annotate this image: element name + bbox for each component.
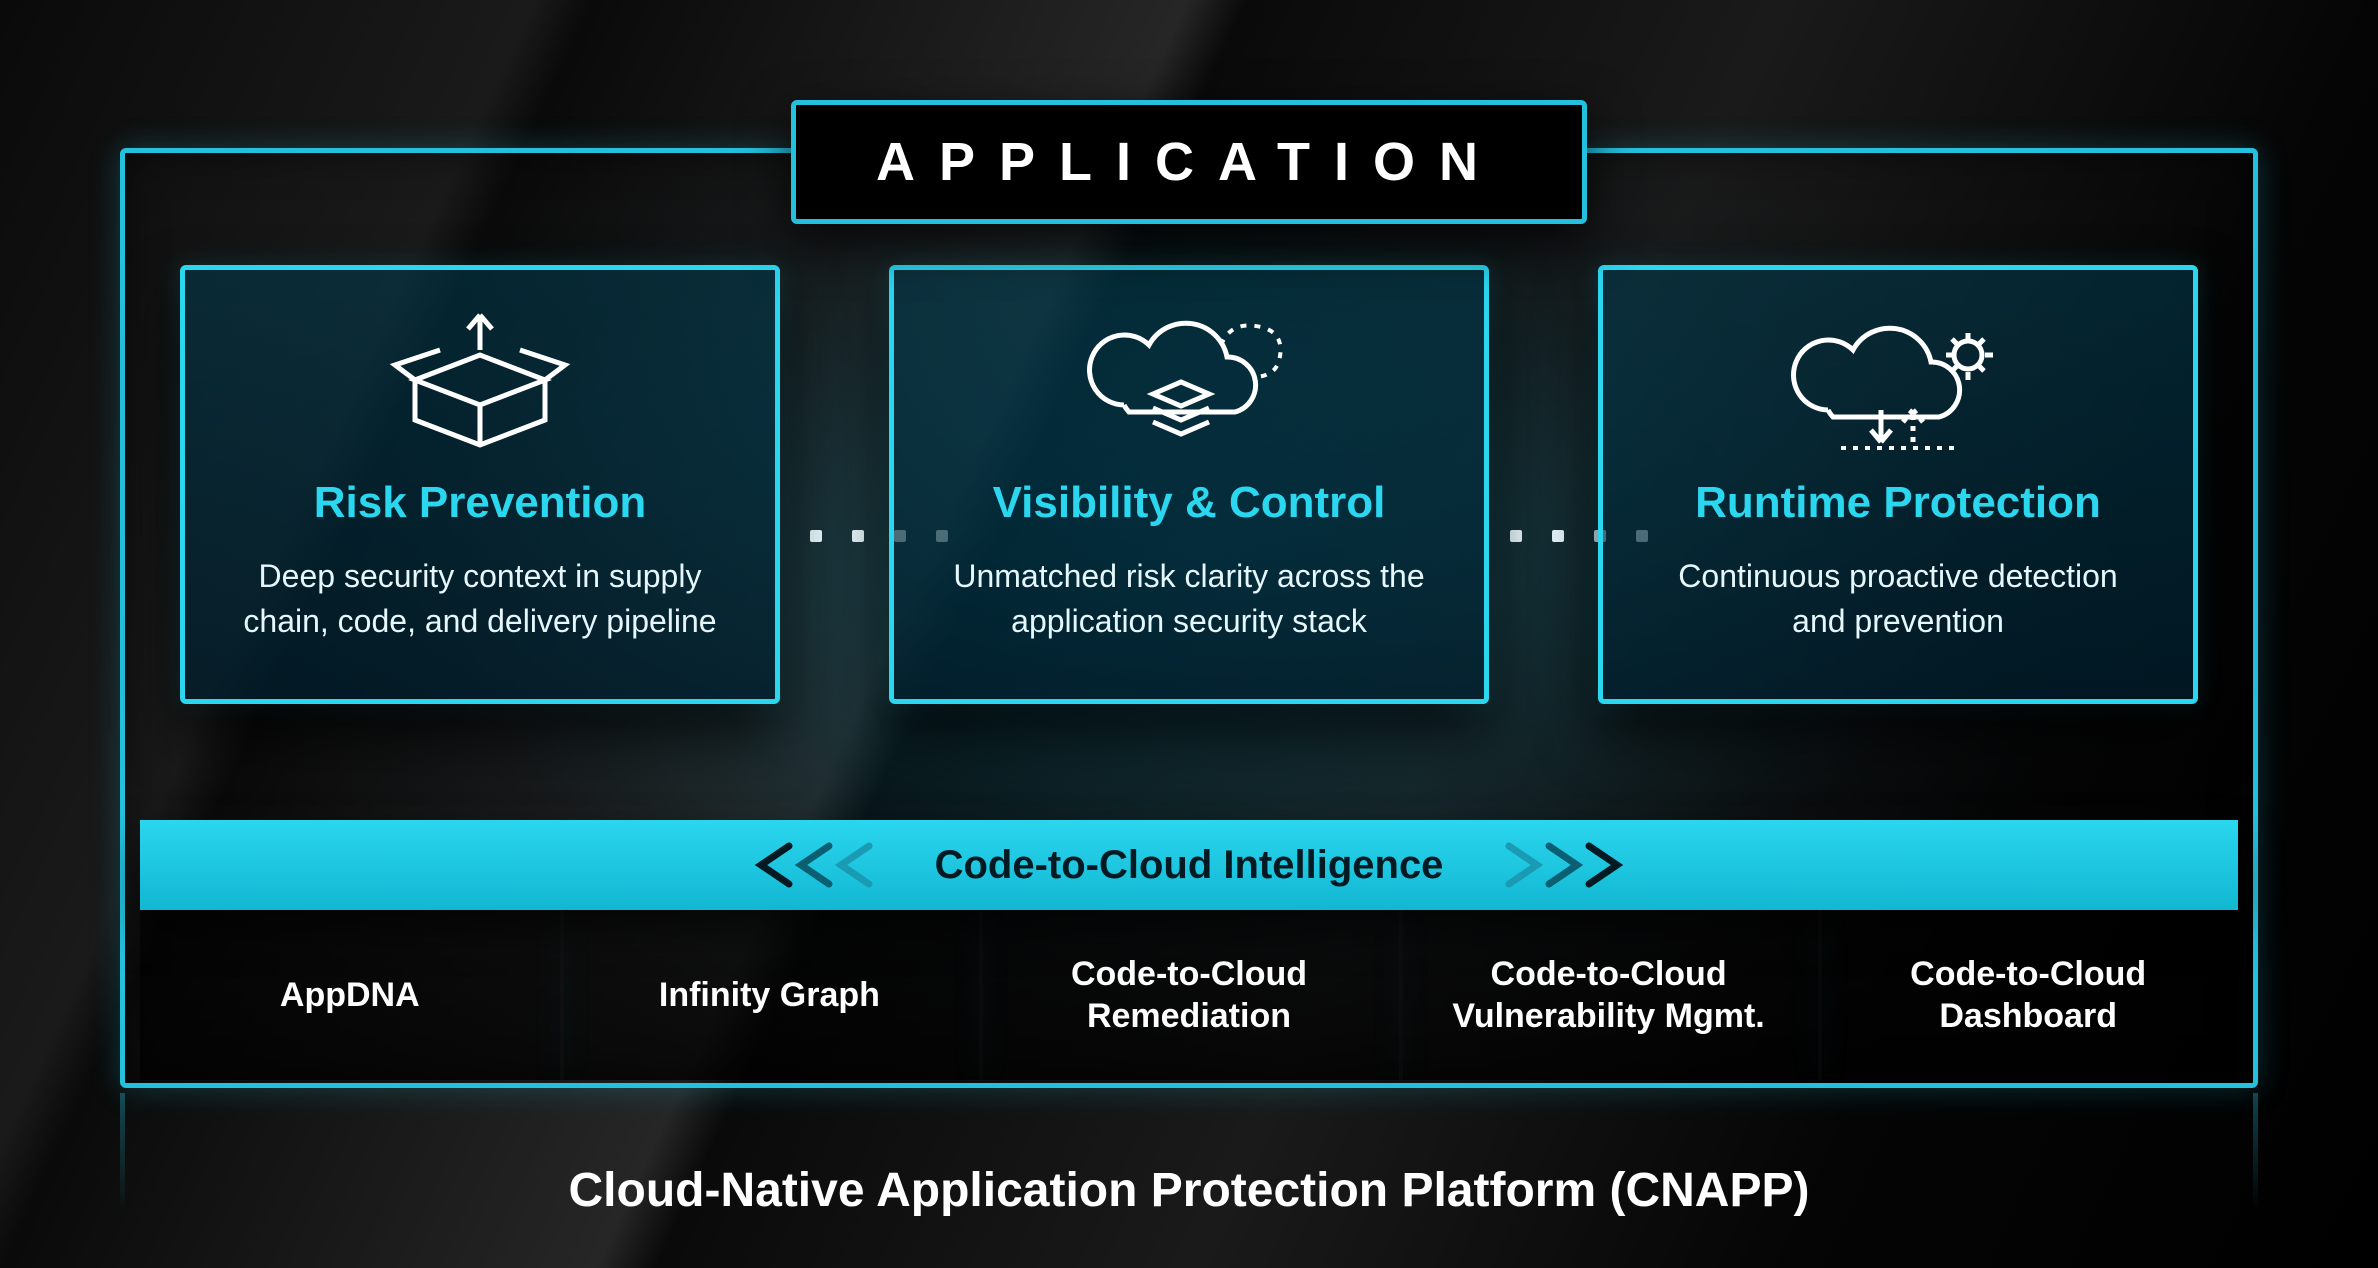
feature-ctc-dashboard: Code-to-Cloud Dashboard — [1818, 910, 2238, 1080]
feature-label: Code-to-Cloud Remediation — [1007, 953, 1371, 1038]
pillar-desc: Continuous proactive detection and preve… — [1653, 554, 2143, 644]
feature-label: AppDNA — [280, 974, 420, 1017]
pillar-card-runtime-protection: Runtime Protection Continuous proactive … — [1598, 265, 2198, 704]
application-label: APPLICATION — [876, 132, 1502, 192]
pillar-title: Visibility & Control — [993, 478, 1386, 528]
feature-ctc-remediation: Code-to-Cloud Remediation — [979, 910, 1399, 1080]
intelligence-bar-label: Code-to-Cloud Intelligence — [935, 843, 1444, 888]
feature-infinity-graph: Infinity Graph — [560, 910, 980, 1080]
box-up-arrow-icon — [385, 310, 575, 460]
feature-appdna: AppDNA — [140, 910, 560, 1080]
chevron-right-icon — [1477, 842, 1627, 888]
cloud-gear-icon — [1783, 310, 2013, 460]
chevron-left-icon — [751, 842, 901, 888]
feature-ctc-vuln-mgmt: Code-to-Cloud Vulnerability Mgmt. — [1399, 910, 1819, 1080]
pillar-desc: Unmatched risk clarity across the applic… — [944, 554, 1434, 644]
application-tab: APPLICATION — [791, 100, 1587, 224]
pillar-card-visibility-control: Visibility & Control Unmatched risk clar… — [889, 265, 1489, 704]
footer-title: Cloud-Native Application Protection Plat… — [0, 1163, 2378, 1218]
pillar-title: Runtime Protection — [1695, 478, 2101, 528]
pillar-title: Risk Prevention — [314, 478, 647, 528]
pillar-card-risk-prevention: Risk Prevention Deep security context in… — [180, 265, 780, 704]
cloud-layers-icon — [1079, 310, 1299, 460]
pillars-row: Risk Prevention Deep security context in… — [180, 265, 2198, 704]
pillar-desc: Deep security context in supply chain, c… — [235, 554, 725, 644]
feature-label: Infinity Graph — [659, 974, 880, 1017]
intelligence-bar: Code-to-Cloud Intelligence — [140, 820, 2238, 910]
features-row: AppDNA Infinity Graph Code-to-Cloud Reme… — [140, 910, 2238, 1080]
feature-label: Code-to-Cloud Vulnerability Mgmt. — [1427, 953, 1791, 1038]
feature-label: Code-to-Cloud Dashboard — [1846, 953, 2210, 1038]
